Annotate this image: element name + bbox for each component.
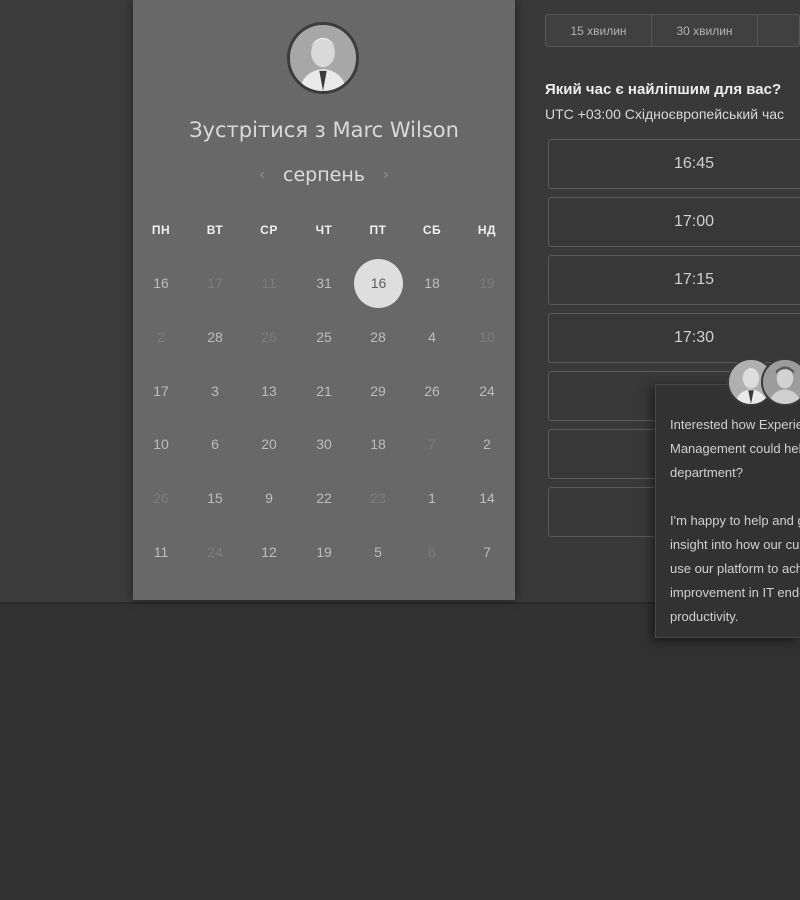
time-question: Який час є найліпшим для вас? [545,81,782,98]
host-avatar [287,22,359,94]
calendar-day[interactable]: 15 [195,478,235,518]
calendar-day[interactable]: 26 [141,478,181,518]
calendar-day[interactable]: 28 [358,317,398,357]
weekday-label: ПТ [369,223,387,237]
month-label: серпень [283,164,365,186]
weekday-label: СР [260,223,278,237]
time-slot-button[interactable]: 17:00 [548,197,800,247]
calendar-day[interactable]: 11 [141,532,181,572]
meeting-title: Зустрітися з Marc Wilson [189,118,459,142]
duration-30-button[interactable]: 30 хвилин [652,15,758,46]
duration-60-button[interactable]: 1 г [758,15,799,46]
calendar-day[interactable]: 6 [412,532,452,572]
calendar-day[interactable]: 26 [412,371,452,411]
calendar-day[interactable]: 31 [304,263,344,303]
chevron-left-icon[interactable]: ‹ [260,166,265,184]
calendar-day[interactable]: 4 [412,317,452,357]
calendar-day[interactable]: 7 [412,424,452,464]
calendar-day[interactable]: 26 [249,317,289,357]
time-slot-label: 17:30 [673,329,715,346]
timezone-label: UTC +03:00 Східноєвропейський час [545,106,785,122]
calendar-day[interactable]: 29 [358,371,398,411]
calendar-day[interactable]: 28 [195,317,235,357]
duration-selector: 15 хвилин 30 хвилин 1 г [545,14,800,47]
calendar-day[interactable]: 3 [195,371,235,411]
weekday-label: ЧТ [315,223,333,237]
duration-15-button[interactable]: 15 хвилин [546,15,652,46]
calendar-day[interactable]: 18 [412,263,452,303]
calendar-day[interactable]: 20 [249,424,289,464]
calendar-day[interactable]: 2 [141,317,181,357]
time-slot-label: 17:15 [673,271,715,288]
weekday-label: СБ [422,223,442,237]
calendar-day[interactable]: 2 [467,424,507,464]
chevron-right-icon[interactable]: › [383,166,388,184]
calendar-day[interactable]: 24 [467,371,507,411]
calendar-day[interactable]: 23 [358,478,398,518]
calendar-day[interactable]: 10 [467,317,507,357]
chat-popover[interactable]: Interested how Experience Management cou… [655,384,800,638]
chat-message: Interested how Experience Management cou… [670,417,800,624]
chat-agents[interactable] [727,358,800,408]
calendar-day[interactable]: 19 [304,532,344,572]
calendar-day[interactable]: 1 [412,478,452,518]
weekday-label: НД [477,223,497,237]
calendar-day[interactable]: 19 [467,263,507,303]
calendar-day[interactable]: 17 [141,371,181,411]
calendar-day[interactable]: 24 [195,532,235,572]
month-navigator: ‹ серпень › [133,162,515,188]
calendar-day[interactable]: 11 [249,263,289,303]
calendar-day[interactable]: 22 [304,478,344,518]
calendar-day-selected[interactable]: 16 [354,259,403,308]
calendar-day[interactable]: 30 [304,424,344,464]
weekday-label: ВТ [206,223,224,237]
time-slot-label: 16:45 [673,155,715,172]
left-gutter [0,0,133,602]
time-slot-button[interactable]: 17:30 [548,313,800,363]
calendar-day[interactable]: 14 [467,478,507,518]
time-slot-button[interactable]: 16:45 [548,139,800,189]
calendar-day[interactable]: 9 [249,478,289,518]
calendar-day[interactable]: 17 [195,263,235,303]
calendar-day[interactable]: 6 [195,424,235,464]
time-slot-button[interactable]: 17:15 [548,255,800,305]
calendar-day[interactable]: 10 [141,424,181,464]
calendar-day[interactable]: 12 [249,532,289,572]
calendar-day[interactable]: 16 [141,263,181,303]
calendar-day[interactable]: 21 [304,371,344,411]
calendar-day[interactable]: 7 [467,532,507,572]
calendar-day[interactable]: 25 [304,317,344,357]
calendar-day[interactable]: 5 [358,532,398,572]
weekday-label: ПН [151,223,171,237]
time-slot-label: 17:00 [673,213,715,230]
calendar-day[interactable]: 13 [249,371,289,411]
calendar-day[interactable]: 18 [358,424,398,464]
